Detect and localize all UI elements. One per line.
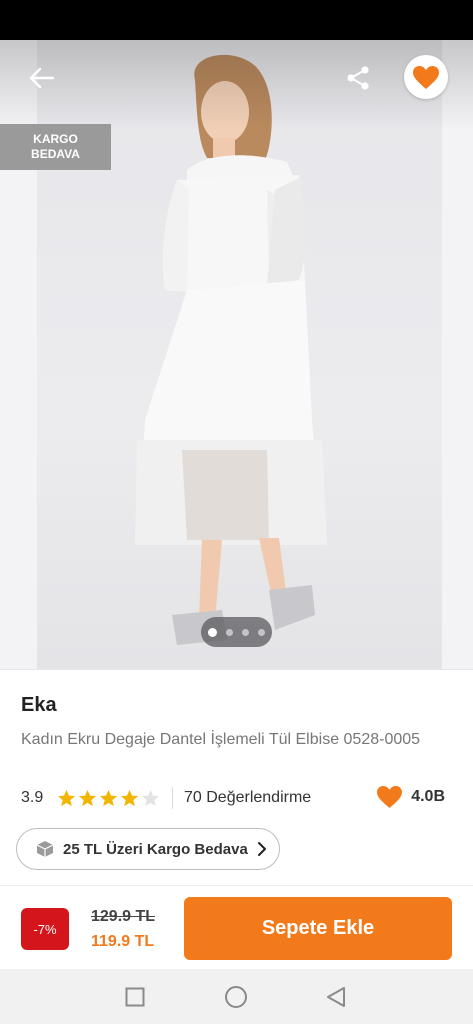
triangle-back-icon (327, 987, 345, 1007)
star-empty-icon (141, 789, 160, 806)
heart-icon (377, 785, 403, 809)
product-title: Kadın Ekru Degaje Dantel İşlemeli Tül El… (21, 731, 421, 748)
star-filled-icon (78, 789, 97, 806)
favorite-button[interactable] (404, 55, 448, 99)
rating-row[interactable]: 3.9 70 Değerlendirme 4.0B (21, 785, 451, 810)
favorites-count-value: 4.0B (411, 788, 445, 805)
hero-top-shade (0, 40, 473, 130)
square-icon (125, 987, 145, 1007)
rating-stars (57, 789, 160, 808)
back-nav-button[interactable] (323, 984, 349, 1010)
share-icon (347, 66, 369, 90)
favorites-count: 4.0B (376, 785, 445, 809)
star-filled-icon (120, 789, 139, 806)
product-detail-screen: KARGO BEDAVA Eka Kadın Ekru Degaje Dante… (0, 0, 473, 1024)
chevron-right-icon (257, 842, 266, 856)
image-pager[interactable] (201, 617, 272, 647)
old-price: 129.9 TL (91, 908, 156, 925)
heart-icon (413, 65, 439, 89)
back-button[interactable] (22, 60, 62, 96)
divider (0, 669, 473, 670)
brand-name[interactable]: Eka (21, 694, 57, 717)
free-shipping-badge: KARGO BEDAVA (0, 124, 111, 170)
rating-value: 3.9 (21, 789, 44, 806)
add-to-cart-button[interactable]: Sepete Ekle (184, 897, 452, 960)
home-button[interactable] (223, 984, 249, 1010)
system-navigation-bar (0, 969, 473, 1024)
star-filled-icon (99, 789, 118, 806)
arrow-left-icon (29, 67, 55, 89)
pager-dot[interactable] (208, 627, 217, 637)
recents-button[interactable] (122, 984, 148, 1010)
free-shipping-badge-line2: BEDAVA (31, 147, 80, 161)
product-image-gallery[interactable]: KARGO BEDAVA (0, 40, 473, 669)
free-shipping-badge-line1: KARGO (33, 132, 78, 146)
pager-dot[interactable] (258, 628, 265, 636)
current-price: 119.9 TL (91, 933, 155, 950)
discount-badge: -7% (21, 908, 69, 950)
box-icon (36, 841, 54, 857)
status-bar (0, 0, 473, 40)
pager-dot[interactable] (226, 628, 233, 636)
circle-icon (225, 986, 247, 1008)
rating-separator (172, 787, 173, 809)
pager-dot[interactable] (242, 628, 249, 636)
purchase-bar: -7% 129.9 TL 119.9 TL Sepete Ekle (0, 885, 473, 969)
shipping-info-label: 25 TL Üzeri Kargo Bedava (63, 840, 248, 858)
star-filled-icon (57, 789, 76, 806)
share-button[interactable] (338, 58, 378, 98)
shipping-info-chip[interactable]: 25 TL Üzeri Kargo Bedava (16, 828, 280, 870)
reviews-link[interactable]: 70 Değerlendirme (184, 789, 311, 807)
